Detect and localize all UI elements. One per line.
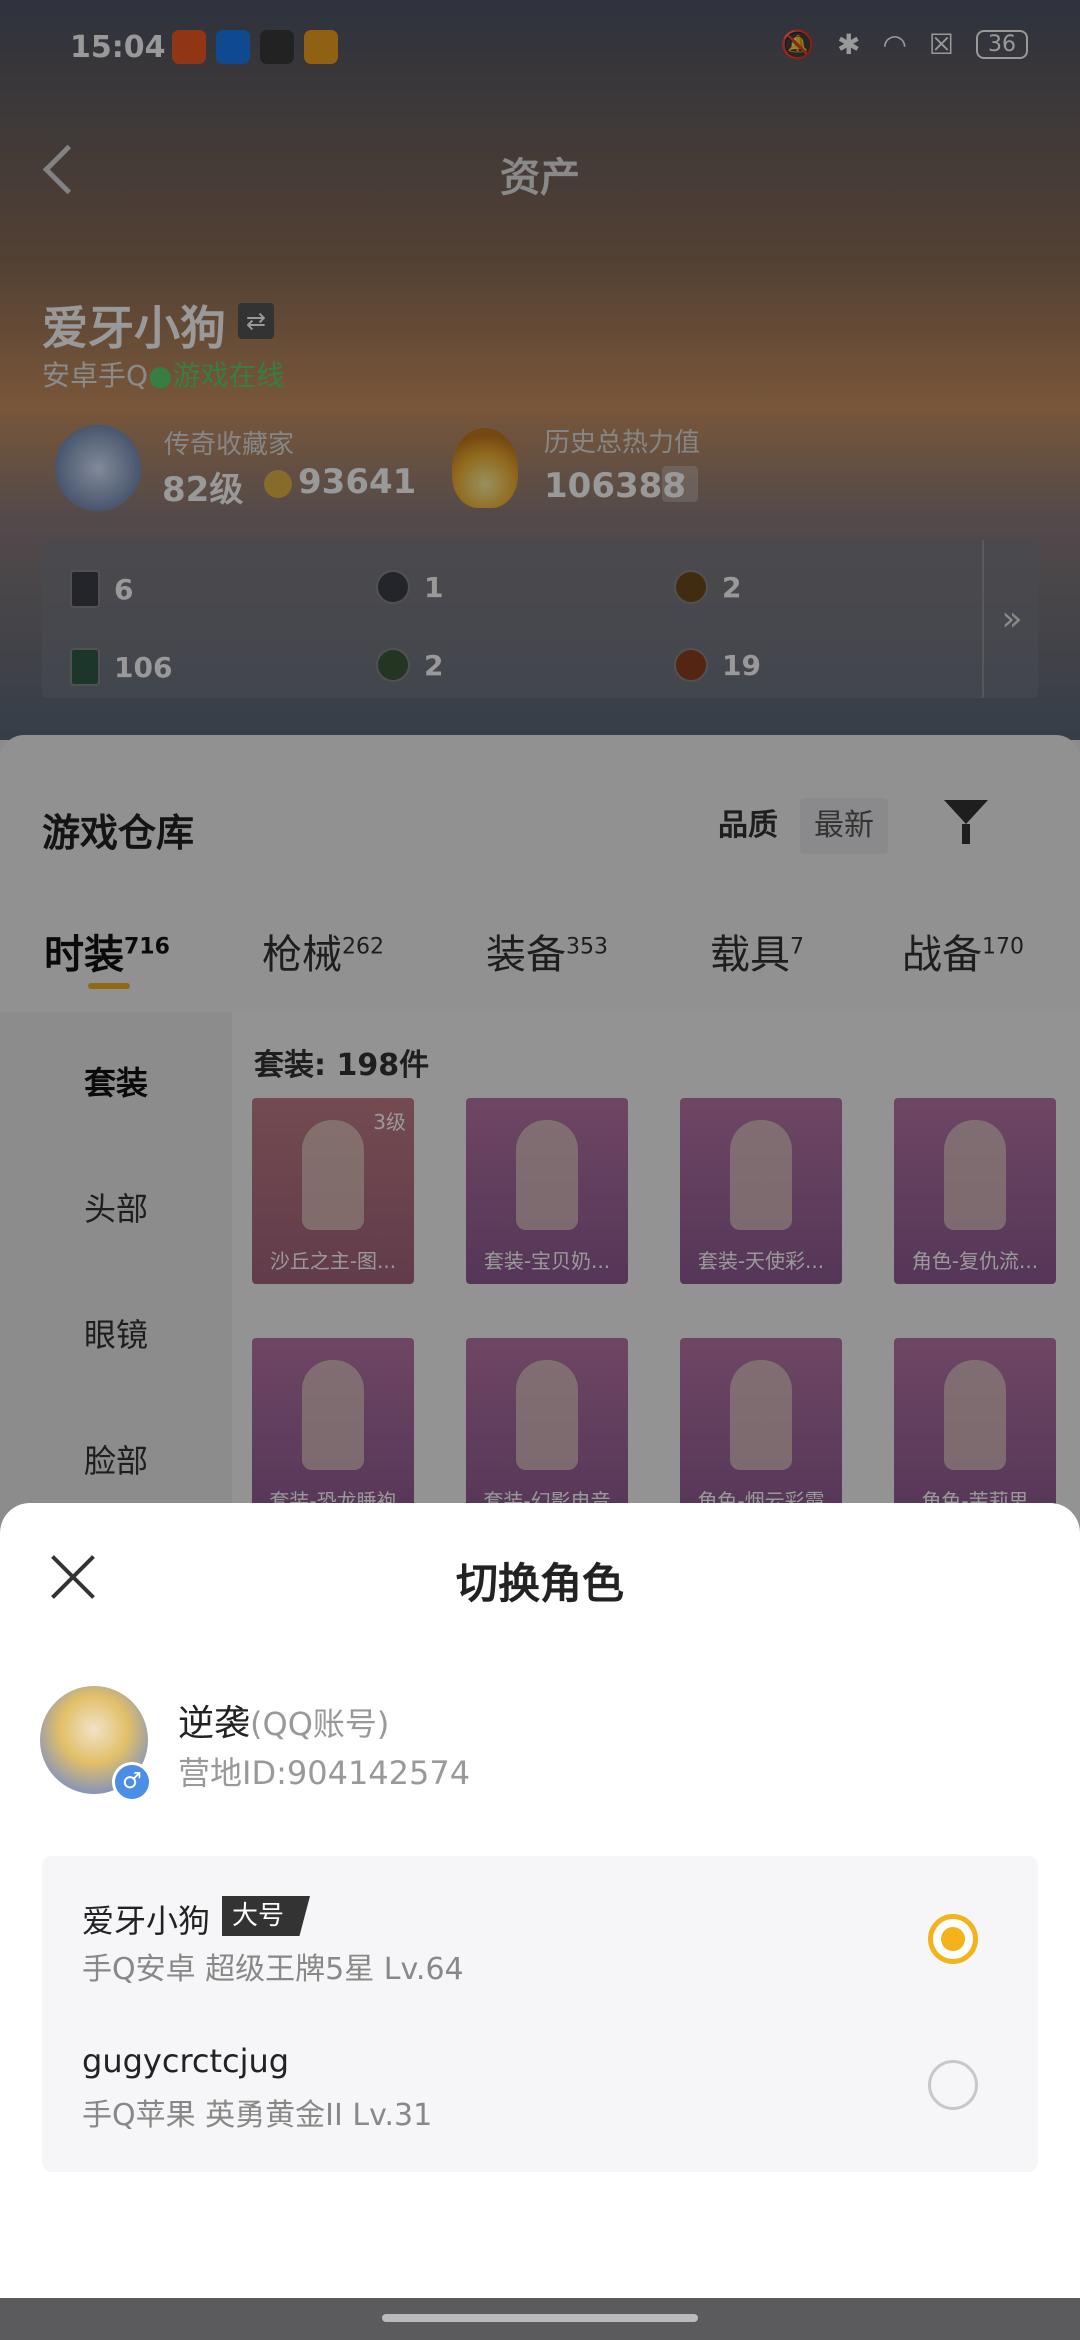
main-account-tag: 大号 [222,1896,311,1936]
role-radio[interactable] [928,2060,978,2110]
role-detail: 手Q苹果 英勇黄金II Lv.31 [82,2098,433,2133]
account-nickname: 逆袭 [178,1703,251,1744]
role-radio-selected[interactable] [928,1914,978,1964]
role-name: 爱牙小狗 [82,1902,211,1940]
account-name: 逆袭(QQ账号) [178,1694,389,1746]
account-type: (QQ账号) [250,1705,390,1743]
home-indicator[interactable] [382,2314,698,2322]
role-name: gugycrctcjug [82,2042,290,2080]
role-option[interactable] [42,1872,1038,2012]
role-detail: 手Q安卓 超级王牌5星 Lv.64 [82,1952,464,1987]
male-gender-icon: ♂ [112,1762,152,1802]
sheet-title: 切换角色 [455,1559,624,1608]
role-option[interactable] [42,2018,1038,2158]
account-id: 营地ID:904142574 [178,1754,471,1792]
